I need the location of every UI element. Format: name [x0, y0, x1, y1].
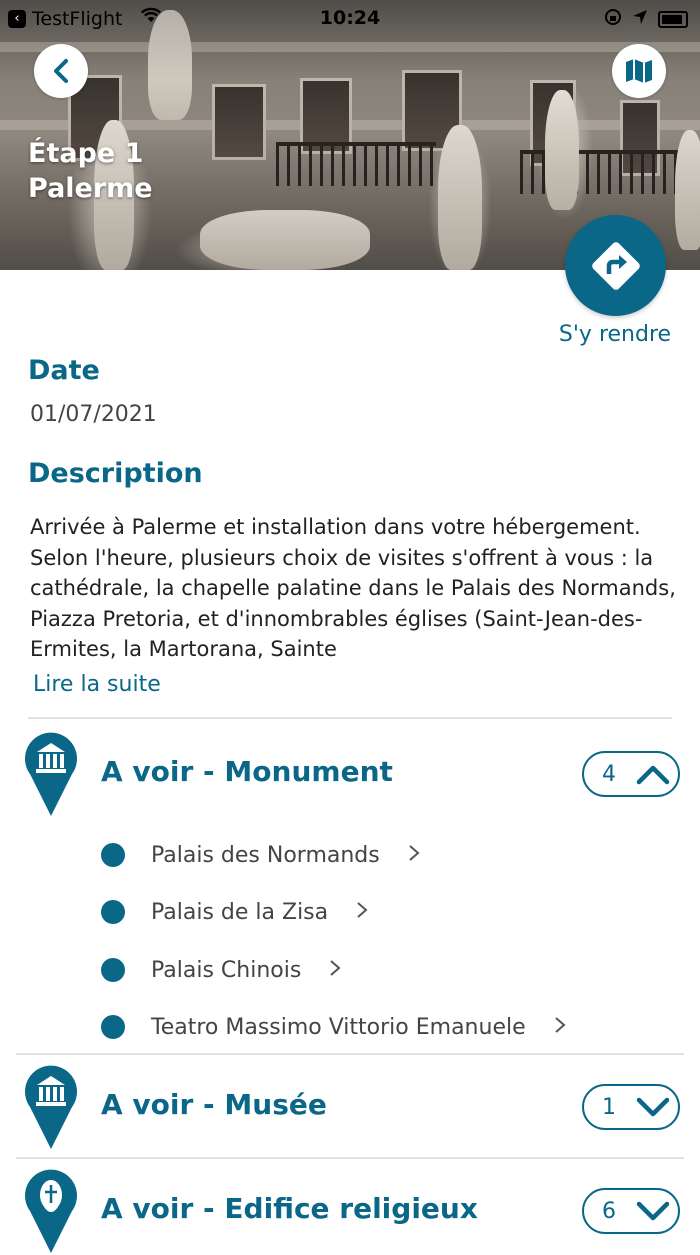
- category-count: 1: [602, 1094, 616, 1120]
- chevron-up-icon: [636, 765, 670, 785]
- map-icon: [626, 59, 652, 83]
- chevron-right-icon: [554, 1015, 566, 1040]
- bullet-icon: [101, 958, 125, 982]
- religious-building-pin-icon: [25, 1169, 77, 1253]
- directions-button[interactable]: [565, 215, 666, 316]
- stage-label: Étape 1: [28, 138, 144, 169]
- category-title[interactable]: A voir - Edifice religieux: [101, 1192, 478, 1225]
- category-title[interactable]: A voir - Monument: [101, 755, 393, 788]
- chevron-down-icon: [636, 1201, 670, 1221]
- category-toggle-button[interactable]: 1: [582, 1084, 680, 1130]
- bullet-icon: [101, 1015, 125, 1039]
- category-toggle-button[interactable]: 4: [582, 751, 680, 797]
- lock-rotation-icon: [604, 8, 622, 30]
- chevron-down-icon: [636, 1097, 670, 1117]
- clock: 10:24: [319, 7, 381, 29]
- hero-title: Étape 1 Palerme: [28, 136, 153, 206]
- divider: [16, 1053, 684, 1055]
- monument-pin-icon: [25, 732, 77, 816]
- list-item-label: Teatro Massimo Vittorio Emanuele: [151, 1014, 526, 1040]
- chevron-right-icon: [408, 843, 420, 868]
- read-more-link[interactable]: Lire la suite: [33, 672, 161, 697]
- city-label: Palerme: [28, 173, 153, 204]
- category-title[interactable]: A voir - Musée: [101, 1088, 327, 1121]
- bullet-icon: [101, 843, 125, 867]
- chevron-left-icon: [54, 59, 68, 83]
- directions-label[interactable]: S'y rendre: [540, 322, 690, 347]
- list-item-label: Palais des Normands: [151, 842, 380, 868]
- divider: [16, 1157, 684, 1159]
- battery-icon: [658, 10, 688, 28]
- category-toggle-button[interactable]: 6: [582, 1188, 680, 1234]
- back-button[interactable]: [34, 44, 88, 98]
- divider: [28, 717, 672, 719]
- map-button[interactable]: [612, 44, 666, 98]
- category-count: 6: [602, 1198, 616, 1224]
- list-item-label: Palais Chinois: [151, 957, 302, 983]
- status-bar: ‹ TestFlight 10:24: [0, 0, 700, 36]
- list-item[interactable]: Teatro Massimo Vittorio Emanuele: [101, 1010, 566, 1044]
- bullet-icon: [101, 900, 125, 924]
- chevron-right-icon: [356, 900, 368, 925]
- description-text: Arrivée à Palerme et installation dans v…: [30, 515, 676, 661]
- chevron-right-icon: [329, 958, 341, 983]
- date-value: 01/07/2021: [30, 402, 157, 427]
- location-icon: [632, 9, 648, 29]
- description-title: Description: [28, 458, 203, 489]
- category-count: 4: [602, 761, 616, 787]
- list-item-label: Palais de la Zisa: [151, 899, 329, 925]
- list-item[interactable]: Palais des Normands: [101, 838, 420, 872]
- list-item[interactable]: Palais de la Zisa: [101, 895, 368, 929]
- list-item[interactable]: Palais Chinois: [101, 953, 341, 987]
- museum-pin-icon: [25, 1065, 77, 1149]
- directions-icon: [591, 241, 640, 290]
- date-title: Date: [28, 355, 100, 386]
